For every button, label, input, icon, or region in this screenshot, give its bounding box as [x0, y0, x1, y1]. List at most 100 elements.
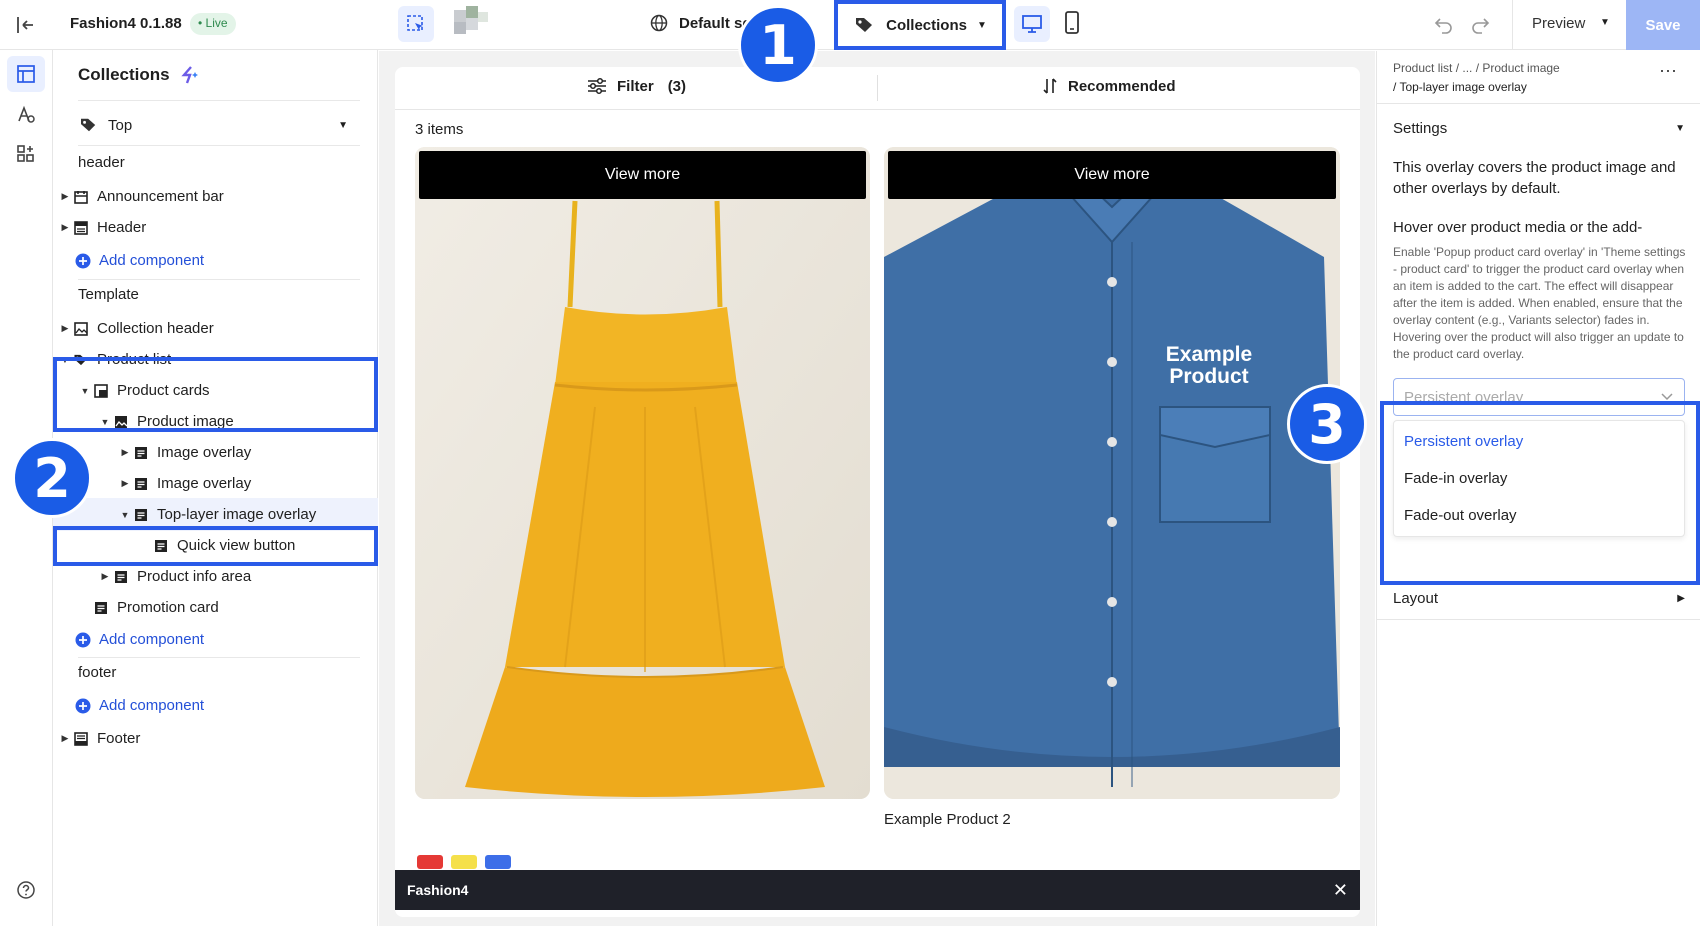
tree-item-collection-header[interactable]: ▶ Collection header	[53, 312, 378, 345]
position-select-value: Top	[108, 116, 133, 134]
mobile-icon	[1065, 11, 1079, 34]
tree-item-footer[interactable]: ▶ Footer	[53, 722, 378, 755]
more-options-icon[interactable]: ⋯	[1659, 61, 1678, 82]
layout-tab[interactable]	[7, 56, 45, 92]
product-2-name[interactable]: Example Product 2	[884, 811, 1011, 828]
help-button[interactable]	[7, 872, 45, 908]
tree-item-label: Product info area	[137, 568, 252, 585]
footer-icon	[71, 731, 91, 747]
panel-title-row: Collections	[78, 64, 200, 86]
store-avatar	[452, 6, 492, 36]
product-card-dress[interactable]: View more	[415, 147, 870, 799]
add-component-label: Add component	[99, 252, 205, 269]
preview-button[interactable]: Preview	[1532, 15, 1585, 32]
structure-panel: Collections Top ▼ header ▶ Announcement …	[53, 50, 378, 926]
plus-circle-icon	[73, 253, 93, 269]
product-card-shirt[interactable]: Example Product View more	[884, 147, 1340, 799]
filter-button[interactable]: Filter (3)	[587, 77, 686, 95]
tree-item-announcement-bar[interactable]: ▶ Announcement bar	[53, 180, 378, 213]
highlight-product-list	[53, 357, 378, 432]
swatch-yellow[interactable]	[451, 855, 477, 869]
breadcrumb: Product list / ... / Product image / Top…	[1393, 59, 1560, 97]
block-icon	[131, 445, 151, 461]
add-component-template[interactable]: Add component	[53, 623, 378, 656]
chevron-down-icon: ▼	[338, 119, 348, 131]
tree-item-label: Header	[97, 219, 147, 236]
caret-right-icon[interactable]: ▶	[119, 447, 131, 458]
save-button[interactable]: Save	[1626, 0, 1700, 50]
sort-label: Recommended	[1068, 77, 1176, 95]
step-badge-3: 3	[1287, 384, 1367, 464]
highlight-page-selector	[834, 0, 1006, 50]
item-count: 3 items	[415, 121, 464, 138]
block-icon	[111, 569, 131, 585]
tags-icon	[81, 118, 96, 132]
tree-item-label: Image overlay	[157, 444, 252, 461]
caret-right-icon[interactable]: ▶	[59, 191, 71, 202]
shirt-image	[884, 147, 1340, 799]
apps-tab[interactable]	[7, 136, 45, 172]
tree-item-image-overlay-2[interactable]: ▶ Image overlay	[53, 467, 378, 500]
step-badge-1: 1	[738, 5, 818, 85]
mobile-view-button[interactable]	[1062, 10, 1082, 41]
desktop-icon	[1022, 15, 1042, 33]
overlay-description: This overlay covers the product image an…	[1393, 159, 1676, 197]
caret-right-icon[interactable]: ▶	[119, 478, 131, 489]
redo-icon[interactable]	[1470, 14, 1490, 39]
undo-icon[interactable]	[1434, 14, 1454, 39]
exit-icon[interactable]	[14, 14, 36, 41]
dress-image	[415, 147, 870, 799]
preview-chevron-icon[interactable]: ▼	[1600, 17, 1610, 28]
swatch-blue[interactable]	[485, 855, 511, 869]
tree-item-label: Top-layer image overlay	[157, 506, 317, 523]
layout-label: Layout	[1393, 589, 1439, 607]
caret-right-icon[interactable]: ▶	[99, 571, 111, 582]
caret-right-icon[interactable]: ▶	[59, 323, 71, 334]
filter-label: Filter	[617, 77, 654, 95]
caret-down-icon[interactable]: ▼	[119, 510, 131, 520]
add-component-footer[interactable]: Add component	[53, 689, 378, 722]
tree-item-promotion-card[interactable]: Promotion card	[53, 591, 378, 624]
storefront-preview: Filter (3) Recommended 3 items View more	[395, 67, 1360, 917]
store-toolbar: Fashion4 ✕	[395, 870, 1360, 910]
tree-item-header[interactable]: ▶ Header	[53, 211, 378, 244]
block-icon	[131, 476, 151, 492]
settings-label: Settings	[1393, 119, 1448, 137]
select-element-button[interactable]	[398, 6, 434, 42]
caret-right-icon[interactable]: ▶	[59, 222, 71, 233]
layout-icon	[17, 65, 35, 83]
desktop-view-button[interactable]	[1014, 6, 1050, 42]
view-more-button-1[interactable]: View more	[419, 151, 866, 199]
view-more-button-2[interactable]: View more	[888, 151, 1336, 199]
section-template-label: Template	[78, 286, 139, 303]
sort-button[interactable]: Recommended	[1042, 77, 1176, 95]
caret-right-icon: ▶	[1677, 592, 1685, 604]
header-icon	[71, 220, 91, 236]
tree-item-label: Promotion card	[117, 599, 219, 616]
close-icon[interactable]: ✕	[1333, 880, 1348, 901]
breadcrumb-line-1[interactable]: Product list / ... / Product image	[1393, 59, 1560, 78]
caret-right-icon[interactable]: ▶	[59, 733, 71, 744]
filter-sliders-icon	[588, 77, 606, 95]
chevron-down-icon: ▼	[1675, 122, 1685, 134]
settings-section-toggle[interactable]: Settings ▼	[1393, 111, 1685, 145]
hover-setting-help: Enable 'Popup product card overlay' in '…	[1393, 245, 1686, 361]
store-toolbar-name: Fashion4	[407, 882, 469, 898]
filter-count: (3)	[667, 77, 687, 95]
theme-style-tab[interactable]	[7, 97, 45, 133]
position-select[interactable]: Top ▼	[78, 108, 348, 142]
tree-item-image-overlay-1[interactable]: ▶ Image overlay	[53, 436, 378, 469]
tree-item-label: Collection header	[97, 320, 214, 337]
announcement-icon	[71, 189, 91, 205]
breadcrumb-line-2: / Top-layer image overlay	[1393, 80, 1527, 94]
ai-sparkle-icon	[180, 66, 198, 84]
add-component-header[interactable]: Add component	[53, 244, 378, 277]
help-icon	[17, 881, 35, 899]
layout-section-toggle[interactable]: Layout ▶	[1393, 581, 1685, 615]
plus-circle-icon	[73, 632, 93, 648]
shirt-overlay-text: Example Product	[1165, 343, 1253, 388]
swatch-red[interactable]	[417, 855, 443, 869]
tree-item-label: Footer	[97, 730, 141, 747]
highlight-overlay-mode	[1380, 401, 1700, 585]
live-badge: • Live	[190, 13, 236, 35]
